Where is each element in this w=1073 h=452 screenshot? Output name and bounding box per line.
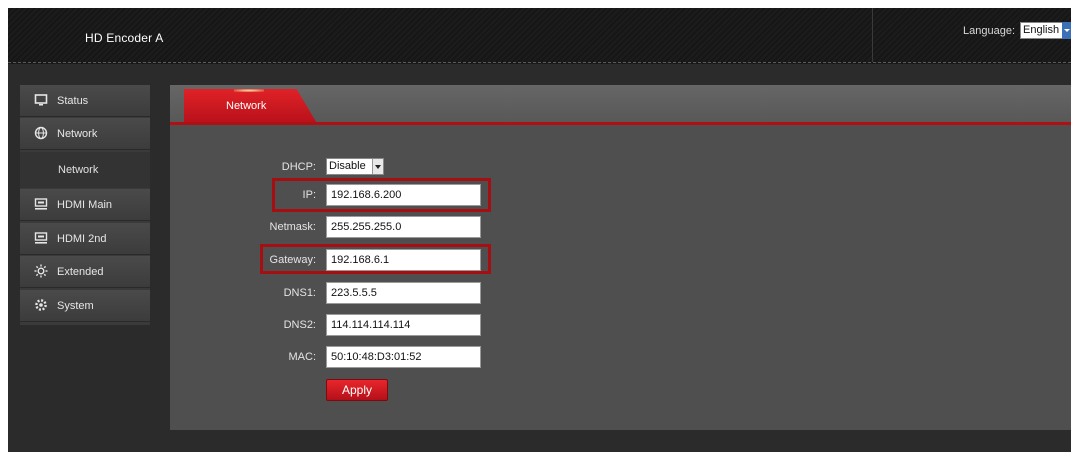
sidebar-item-label: System bbox=[57, 300, 94, 312]
header-divider bbox=[872, 8, 873, 62]
sidebar-item-label: Extended bbox=[57, 266, 104, 278]
sidebar: Status Network Network HDMI Main HDMI 2n… bbox=[20, 85, 150, 325]
sidebar-item-label: HDMI 2nd bbox=[57, 233, 107, 245]
main-panel: Network DHCP: Disable IP: Netmask: Gatew… bbox=[170, 85, 1071, 440]
language-label: Language: bbox=[963, 25, 1015, 37]
gear-icon bbox=[34, 298, 48, 312]
encoder-web-app: HD Encoder A Language: English Status Ne… bbox=[8, 8, 1071, 452]
gateway-label: Gateway: bbox=[269, 254, 316, 266]
network-form: DHCP: Disable IP: Netmask: Gateway: DNS1… bbox=[170, 125, 1071, 440]
dhcp-select[interactable]: Disable bbox=[326, 158, 384, 175]
chevron-down-icon[interactable] bbox=[1062, 22, 1071, 39]
hdmi-icon bbox=[34, 231, 48, 245]
mac-field[interactable] bbox=[326, 346, 481, 368]
apply-button[interactable]: Apply bbox=[326, 379, 388, 401]
language-select[interactable]: English bbox=[1020, 22, 1071, 39]
sidebar-item-hdmi-2nd[interactable]: HDMI 2nd bbox=[20, 223, 150, 255]
sidebar-item-label: Network bbox=[57, 128, 98, 140]
sidebar-item-extended[interactable]: Extended bbox=[20, 256, 150, 288]
sidebar-item-network[interactable]: Network bbox=[20, 118, 150, 150]
globe-icon bbox=[34, 126, 48, 140]
dhcp-value: Disable bbox=[329, 160, 366, 172]
ip-field[interactable] bbox=[326, 184, 481, 206]
sun-gear-icon bbox=[34, 264, 48, 278]
sidebar-subitem-network[interactable]: Network bbox=[20, 152, 150, 188]
dns2-field[interactable] bbox=[326, 314, 481, 336]
gateway-field[interactable] bbox=[326, 249, 481, 271]
netmask-field[interactable] bbox=[326, 216, 481, 238]
hdmi-icon bbox=[34, 197, 48, 211]
dhcp-label: DHCP: bbox=[281, 161, 316, 173]
mac-label: MAC: bbox=[288, 351, 317, 363]
sidebar-item-hdmi-main[interactable]: HDMI Main bbox=[20, 189, 150, 221]
sidebar-item-status[interactable]: Status bbox=[20, 85, 150, 117]
tab-glow bbox=[234, 89, 264, 92]
monitor-icon bbox=[34, 93, 48, 107]
sidebar-item-label: Status bbox=[57, 95, 89, 107]
ip-label: IP: bbox=[302, 189, 316, 201]
tab-bar: Network bbox=[170, 85, 1071, 125]
sidebar-subitem-label: Network bbox=[58, 164, 99, 176]
sidebar-item-label: HDMI Main bbox=[57, 199, 113, 211]
dns1-field[interactable] bbox=[326, 282, 481, 304]
tab-label: Network bbox=[226, 100, 267, 112]
footer-bar bbox=[8, 430, 1071, 452]
sidebar-item-system[interactable]: System bbox=[20, 290, 150, 322]
tab-network[interactable]: Network bbox=[184, 89, 318, 125]
device-title: HD Encoder A bbox=[85, 31, 164, 45]
header-separator bbox=[8, 62, 1071, 63]
language-value: English bbox=[1023, 24, 1060, 36]
netmask-label: Netmask: bbox=[269, 221, 316, 233]
dns1-label: DNS1: bbox=[283, 287, 316, 299]
dns2-label: DNS2: bbox=[283, 319, 316, 331]
header-bar: HD Encoder A Language: English bbox=[8, 8, 1071, 64]
chevron-down-icon[interactable] bbox=[372, 159, 383, 174]
